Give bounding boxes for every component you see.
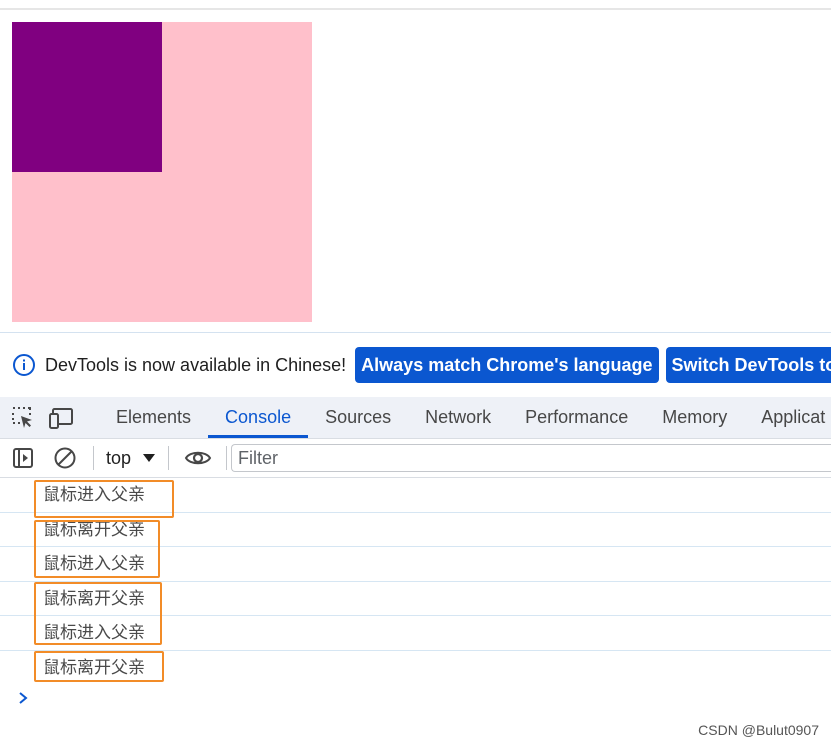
log-text: 鼠标进入父亲 xyxy=(43,623,145,643)
console-message: 鼠标进入父亲 xyxy=(0,616,831,651)
log-text: 鼠标进入父亲 xyxy=(43,485,145,505)
tab-network[interactable]: Network xyxy=(408,397,508,438)
tab-memory[interactable]: Memory xyxy=(645,397,744,438)
tab-console[interactable]: Console xyxy=(208,397,309,438)
console-toolbar: top xyxy=(0,439,831,478)
live-expression-eye-icon[interactable] xyxy=(183,445,213,471)
execution-context-select[interactable]: top xyxy=(106,447,156,469)
tab-elements[interactable]: Elements xyxy=(99,397,208,438)
always-match-language-button[interactable]: Always match Chrome's language xyxy=(355,347,659,383)
show-sidebar-icon[interactable] xyxy=(10,445,36,471)
device-toolbar-icon[interactable] xyxy=(48,404,76,432)
console-prompt-chevron-icon[interactable] xyxy=(16,690,30,706)
tab-sources[interactable]: Sources xyxy=(308,397,408,438)
page-viewport xyxy=(0,10,831,332)
log-text: 鼠标离开父亲 xyxy=(43,588,145,609)
console-filter-input[interactable] xyxy=(231,444,831,472)
console-message: 鼠标进入父亲 xyxy=(0,478,831,513)
son-box[interactable] xyxy=(12,22,162,172)
context-label: top xyxy=(106,447,132,468)
console-messages: 鼠标进入父亲 鼠标离开父亲 鼠标进入父亲 鼠标离开父亲 鼠标进入父亲 鼠标离开父… xyxy=(0,478,831,684)
toolbar-divider xyxy=(168,446,170,470)
inspect-element-icon[interactable] xyxy=(10,404,36,432)
chevron-down-icon xyxy=(143,454,156,462)
devtools-panel: DevTools is now available in Chinese! Al… xyxy=(0,332,831,747)
console-message: 鼠标进入父亲 xyxy=(0,547,831,582)
log-text: 鼠标进入父亲 xyxy=(43,554,145,574)
tab-performance[interactable]: Performance xyxy=(508,397,645,438)
log-text: 鼠标离开父亲 xyxy=(43,657,145,678)
tab-application[interactable]: Applicat xyxy=(744,397,831,438)
console-message: 鼠标离开父亲 xyxy=(0,513,831,547)
info-icon xyxy=(13,354,35,376)
toolbar-divider xyxy=(226,446,228,470)
toolbar-divider xyxy=(93,446,94,470)
watermark: CSDN @Bulut0907 xyxy=(698,722,819,738)
switch-devtools-language-button[interactable]: Switch DevTools to Chi xyxy=(665,347,831,383)
console-message: 鼠标离开父亲 xyxy=(0,651,831,685)
devtools-tabbar: Elements Console Sources Network Perform… xyxy=(0,397,831,439)
father-box[interactable] xyxy=(12,22,312,322)
infobar-message: DevTools is now available in Chinese! xyxy=(45,354,347,375)
language-infobar: DevTools is now available in Chinese! Al… xyxy=(0,333,831,397)
clear-console-icon[interactable] xyxy=(52,445,78,471)
console-message: 鼠标离开父亲 xyxy=(0,582,831,616)
log-text: 鼠标离开父亲 xyxy=(43,519,145,540)
